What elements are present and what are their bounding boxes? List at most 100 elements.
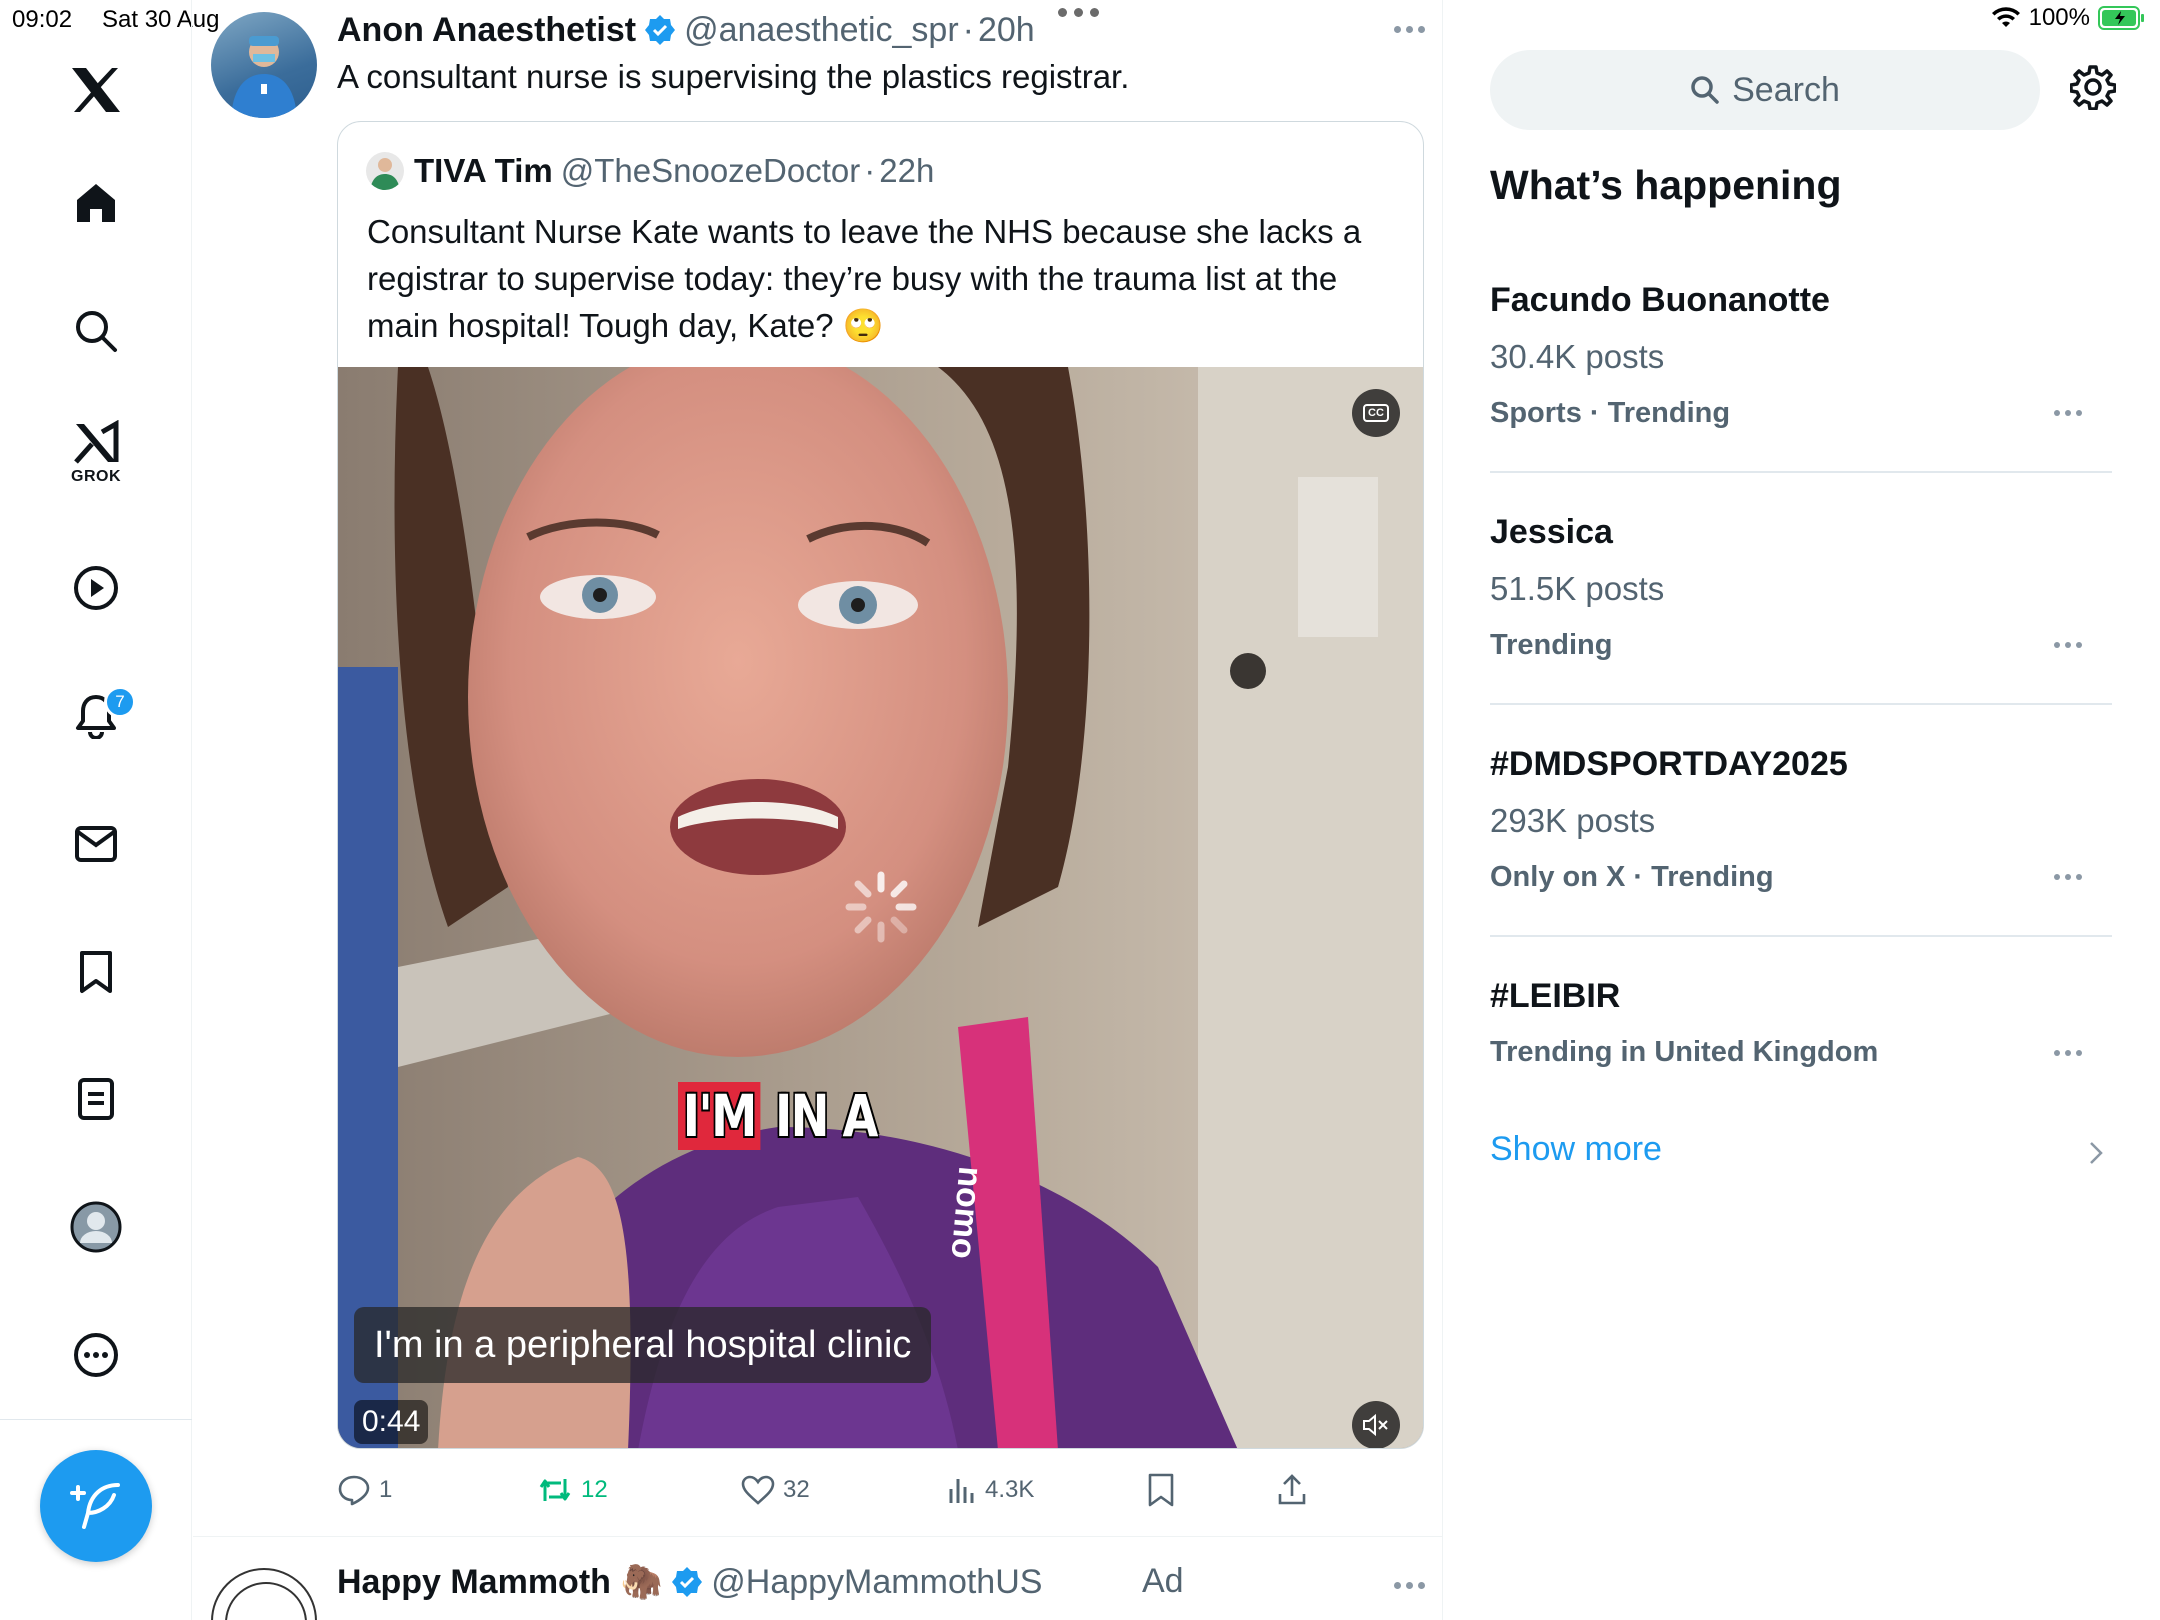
quoted-tweet-text: Consultant Nurse Kate wants to leave the… <box>367 213 1362 344</box>
reply-icon <box>338 1475 370 1506</box>
like-count: 32 <box>783 1476 810 1503</box>
home-icon[interactable] <box>64 171 128 235</box>
tweet-author-handle[interactable]: @anaesthetic_spr <box>684 11 959 50</box>
tweet-text: A consultant nurse is supervising the pl… <box>337 58 1130 95</box>
trend-context: Only on X · Trending <box>1490 861 1774 893</box>
tweet-actions-bar: 1 12 32 4.3K <box>337 1470 1337 1510</box>
repost-button[interactable]: 12 <box>537 1470 608 1510</box>
trends-title: What’s happening <box>1490 162 1842 208</box>
trend-divider <box>1490 703 2112 705</box>
x-logo-icon[interactable] <box>64 58 128 122</box>
reply-button[interactable]: 1 <box>337 1470 392 1510</box>
speaker-muted-icon <box>1363 1413 1388 1437</box>
more-options-icon[interactable] <box>64 1323 128 1387</box>
trend-posts: 293K posts <box>1490 802 1656 839</box>
trend-name: #LEIBIR <box>1490 977 1621 1015</box>
trend-item[interactable]: #LEIBIR Trending in United Kingdom <box>1490 976 2112 1072</box>
settings-gear-icon[interactable] <box>2070 64 2116 110</box>
trend-posts: 30.4K posts <box>1490 338 1665 375</box>
notifications-bell-icon[interactable]: 7 <box>64 684 136 748</box>
tweet-more-icon[interactable] <box>1394 26 1425 33</box>
video-icon[interactable] <box>64 556 128 620</box>
trend-item[interactable]: Jessica 51.5K posts Trending <box>1490 512 2112 665</box>
trend-name: Facundo Buonanotte <box>1490 281 1830 319</box>
chevron-right-icon <box>2088 1140 2104 1166</box>
loading-spinner-icon <box>845 871 917 943</box>
like-button[interactable]: 32 <box>741 1470 810 1510</box>
tweet-time[interactable]: 20h <box>978 11 1035 50</box>
quoted-tweet-card[interactable]: TIVA Tim @TheSnoozeDoctor · 22h Consulta… <box>337 121 1424 1449</box>
battery-charging-icon <box>2098 6 2144 30</box>
notifications-badge: 7 <box>104 686 136 718</box>
ad-author-handle[interactable]: @HappyMammothUS <box>711 1563 1042 1602</box>
search-icon <box>1691 76 1719 104</box>
share-button[interactable] <box>1277 1470 1307 1510</box>
trend-context: Trending <box>1490 629 1613 661</box>
reply-count: 1 <box>379 1476 393 1503</box>
views-button[interactable]: 4.3K <box>947 1470 1034 1510</box>
trend-name: #DMDSPORTDAY2025 <box>1490 745 1848 783</box>
trend-context: Trending in United Kingdom <box>1490 1036 1879 1068</box>
grok-icon[interactable]: GROK <box>64 420 128 500</box>
bookmark-icon <box>1148 1473 1174 1507</box>
trend-divider <box>1490 935 2112 937</box>
mammoth-emoji: 🦣 <box>620 1563 664 1601</box>
verified-badge-icon <box>645 15 676 45</box>
quoted-author-avatar <box>366 152 404 190</box>
ad-more-icon[interactable] <box>1394 1582 1425 1589</box>
battery-percent: 100% <box>2028 4 2090 31</box>
quoted-author-handle[interactable]: @TheSnoozeDoctor <box>561 152 860 190</box>
burned-in-video-text: I'M IN A <box>678 1082 878 1150</box>
ad-author-name[interactable]: Happy Mammoth <box>337 1563 611 1602</box>
video-player[interactable]: I'M IN A nomo CC I'm in a peripheral hos… <box>338 367 1423 1448</box>
tweet-author-name[interactable]: Anon Anaesthetist <box>337 11 636 50</box>
heart-icon <box>741 1475 775 1505</box>
messages-envelope-icon[interactable] <box>64 812 128 876</box>
search-bar[interactable]: Search <box>1490 50 2040 130</box>
tweet-author-avatar[interactable] <box>211 12 317 118</box>
explore-search-icon[interactable] <box>64 299 128 363</box>
quoted-tweet-time: 22h <box>879 152 935 189</box>
feather-plus-icon <box>70 1483 120 1529</box>
show-more-link[interactable]: Show more <box>1490 1130 1662 1169</box>
verified-badge-icon <box>672 1567 703 1597</box>
closed-captions-button[interactable]: CC <box>1352 389 1400 437</box>
video-caption: I'm in a peripheral hospital clinic <box>354 1307 932 1383</box>
bookmarks-icon[interactable] <box>64 940 128 1004</box>
dot-separator: · <box>962 10 974 49</box>
search-placeholder: Search <box>1732 70 1840 109</box>
wifi-icon <box>1991 7 2020 27</box>
trend-more-icon[interactable] <box>2054 1050 2082 1056</box>
tweet-header: Anon Anaesthetist @anaesthetic_spr · 20h <box>337 6 1035 54</box>
ad-tweet-header: Happy Mammoth 🦣 @HappyMammothUS <box>337 1558 1042 1606</box>
mute-button[interactable] <box>1352 1401 1400 1448</box>
video-duration: 0:44 <box>354 1400 429 1444</box>
share-icon <box>1278 1474 1306 1505</box>
lanyard-text: nomo <box>943 1164 990 1261</box>
bookmark-button[interactable] <box>1147 1470 1175 1510</box>
grok-label: GROK <box>71 468 121 485</box>
nav-divider <box>0 1419 192 1420</box>
profile-avatar-icon[interactable] <box>64 1195 128 1259</box>
repost-icon <box>539 1479 571 1501</box>
cc-icon: CC <box>1363 404 1389 422</box>
repost-count: 12 <box>581 1476 608 1503</box>
quoted-author-name[interactable]: TIVA Tim <box>414 152 553 190</box>
trend-item[interactable]: Facundo Buonanotte 30.4K posts Sports · … <box>1490 280 2112 433</box>
dot-separator: · <box>864 152 876 189</box>
views-chart-icon <box>949 1479 974 1503</box>
sidebar-nav: GROK 7 <box>0 0 192 1620</box>
ad-label: Ad <box>1142 1562 1184 1600</box>
lists-icon[interactable] <box>64 1067 128 1131</box>
quoted-tweet-header: TIVA Tim @TheSnoozeDoctor · 22h <box>366 152 934 190</box>
trend-more-icon[interactable] <box>2054 642 2082 648</box>
trend-divider <box>1490 471 2112 473</box>
trend-more-icon[interactable] <box>2054 874 2082 880</box>
compose-post-button[interactable] <box>40 1450 152 1562</box>
status-indicators: 100% <box>1991 4 2146 32</box>
trend-name: Jessica <box>1490 513 1613 551</box>
trend-more-icon[interactable] <box>2054 410 2082 416</box>
feed-divider <box>193 1536 1443 1537</box>
trend-posts: 51.5K posts <box>1490 570 1665 607</box>
trend-item[interactable]: #DMDSPORTDAY2025 293K posts Only on X · … <box>1490 744 2112 897</box>
